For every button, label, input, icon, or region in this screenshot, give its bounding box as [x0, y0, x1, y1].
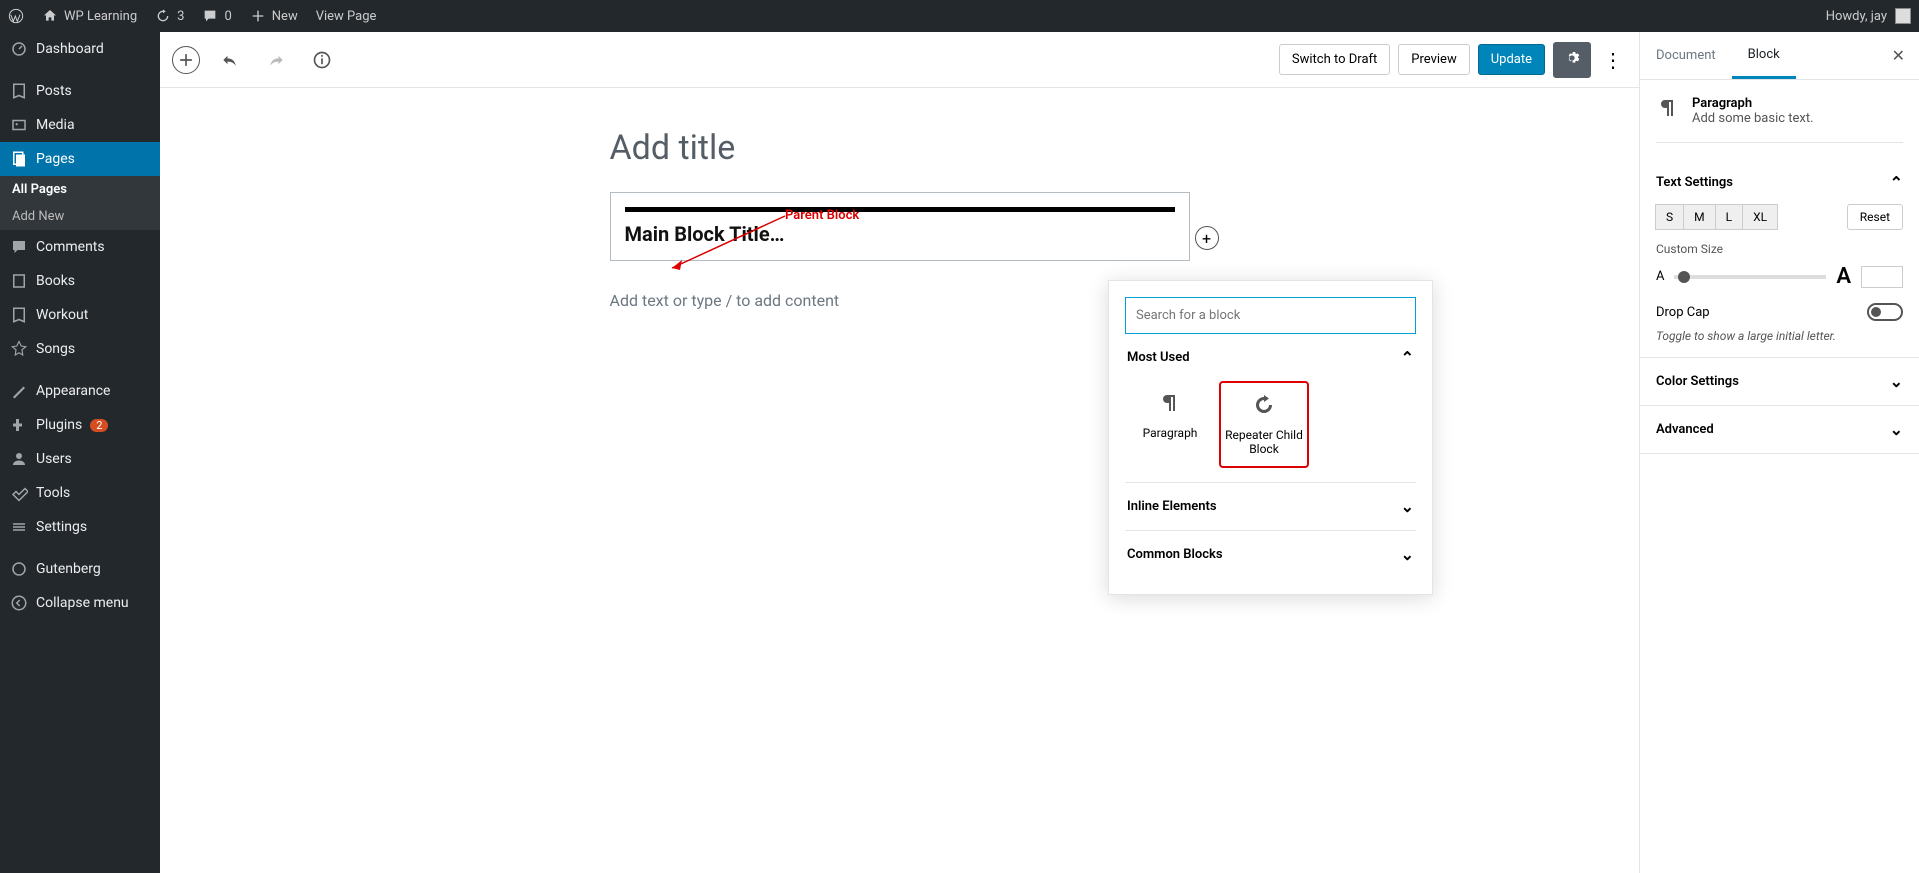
block-name: Paragraph: [1692, 96, 1814, 111]
parent-block[interactable]: Main Block Title… +: [610, 192, 1190, 261]
drop-cap-label: Drop Cap: [1656, 305, 1710, 320]
small-a-icon: A: [1656, 269, 1664, 284]
new[interactable]: New: [250, 8, 298, 24]
preview-button[interactable]: Preview: [1398, 44, 1469, 75]
size-s[interactable]: S: [1655, 204, 1684, 230]
text-settings-panel[interactable]: Text Settings⌃: [1656, 173, 1903, 192]
sidebar-plugins[interactable]: Plugins2: [0, 408, 160, 442]
update-button[interactable]: Update: [1478, 44, 1545, 75]
block-description: Add some basic text.: [1692, 111, 1814, 126]
sidebar-comments[interactable]: Comments: [0, 230, 160, 264]
reset-button[interactable]: Reset: [1847, 204, 1903, 230]
font-size-input[interactable]: [1861, 266, 1903, 288]
sidebar-add-new[interactable]: Add New: [0, 203, 160, 230]
sidebar-workout[interactable]: Workout: [0, 298, 160, 332]
sidebar-gutenberg[interactable]: Gutenberg: [0, 552, 160, 586]
block-tile-repeater-child[interactable]: Repeater Child Block: [1219, 381, 1309, 468]
updates[interactable]: 3: [155, 8, 184, 24]
comments-count[interactable]: 0: [202, 8, 231, 24]
sidebar-media[interactable]: Media: [0, 108, 160, 142]
section-common[interactable]: Common Blocks⌄: [1125, 531, 1416, 578]
editor-main: Switch to Draft Preview Update ⋮ Add tit…: [160, 32, 1639, 873]
chevron-down-icon: ⌄: [1890, 420, 1903, 439]
sidebar-settings[interactable]: Settings: [0, 510, 160, 544]
size-l[interactable]: L: [1715, 204, 1743, 230]
page-title-input[interactable]: Add title: [610, 128, 1190, 168]
block-inserter-popup: Most Used⌃ Paragraph Repeater Child Bloc…: [1108, 280, 1433, 595]
drop-cap-toggle[interactable]: [1867, 303, 1903, 321]
tab-block[interactable]: Block: [1732, 33, 1796, 79]
sidebar-all-pages[interactable]: All Pages: [0, 176, 160, 203]
sidebar-collapse[interactable]: Collapse menu: [0, 586, 160, 620]
sidebar-tools[interactable]: Tools: [0, 476, 160, 510]
howdy[interactable]: Howdy, jay: [1826, 9, 1887, 24]
add-block-button[interactable]: [172, 46, 200, 74]
plugins-badge: 2: [90, 419, 108, 432]
block-title-text[interactable]: Main Block Title…: [625, 222, 1175, 246]
size-xl[interactable]: XL: [1742, 204, 1778, 230]
custom-size-label: Custom Size: [1656, 242, 1903, 256]
chevron-down-icon: ⌄: [1890, 372, 1903, 391]
settings-gear-button[interactable]: [1553, 42, 1591, 78]
undo-button[interactable]: [214, 44, 246, 76]
tab-document[interactable]: Document: [1640, 34, 1732, 77]
editor-topbar: Switch to Draft Preview Update ⋮: [160, 32, 1639, 88]
sidebar-books[interactable]: Books: [0, 264, 160, 298]
big-a-icon: A: [1836, 264, 1851, 289]
close-settings-button[interactable]: ✕: [1878, 32, 1919, 79]
admin-sidebar: Dashboard Posts Media Pages All Pages Ad…: [0, 32, 160, 873]
block-search-input[interactable]: [1125, 297, 1416, 334]
info-button[interactable]: [306, 44, 338, 76]
section-inline[interactable]: Inline Elements⌄: [1125, 483, 1416, 530]
advanced-panel[interactable]: Advanced⌄: [1656, 420, 1903, 439]
size-m[interactable]: M: [1683, 204, 1715, 230]
chevron-up-icon: ⌃: [1401, 348, 1414, 367]
sidebar-posts[interactable]: Posts: [0, 74, 160, 108]
sidebar-dashboard[interactable]: Dashboard: [0, 32, 160, 66]
settings-panel: Document Block ✕ Paragraph Add some basi…: [1639, 32, 1919, 873]
more-button[interactable]: ⋮: [1599, 44, 1627, 76]
sidebar-pages[interactable]: Pages: [0, 142, 160, 176]
paragraph-icon: [1656, 96, 1680, 120]
add-child-block-button[interactable]: +: [1195, 226, 1219, 250]
switch-draft-button[interactable]: Switch to Draft: [1279, 44, 1390, 75]
sidebar-appearance[interactable]: Appearance: [0, 374, 160, 408]
sidebar-users[interactable]: Users: [0, 442, 160, 476]
content-placeholder[interactable]: Add text or type / to add content: [610, 291, 1190, 310]
drop-cap-hint: Toggle to show a large initial letter.: [1656, 329, 1903, 343]
sidebar-songs[interactable]: Songs: [0, 332, 160, 366]
color-settings-panel[interactable]: Color Settings⌄: [1656, 372, 1903, 391]
redo-button[interactable]: [260, 44, 292, 76]
adminbar: WP Learning 3 0 New View Page Howdy, jay: [0, 0, 1919, 32]
block-tile-paragraph[interactable]: Paragraph: [1125, 381, 1215, 468]
chevron-up-icon: ⌃: [1890, 173, 1903, 192]
chevron-down-icon: ⌄: [1401, 545, 1414, 564]
site-name[interactable]: WP Learning: [42, 8, 137, 24]
block-divider: [625, 207, 1175, 212]
view-page[interactable]: View Page: [316, 9, 377, 24]
avatar[interactable]: [1895, 8, 1911, 24]
wp-logo[interactable]: [8, 8, 24, 24]
chevron-down-icon: ⌄: [1401, 497, 1414, 516]
section-most-used[interactable]: Most Used⌃: [1125, 334, 1416, 381]
font-size-slider[interactable]: [1674, 275, 1826, 279]
